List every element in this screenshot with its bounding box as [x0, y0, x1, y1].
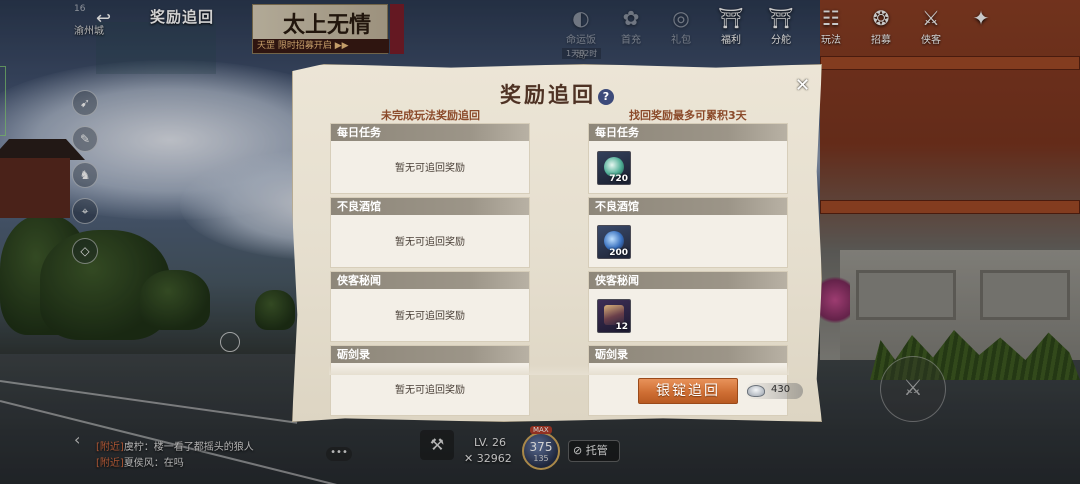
- empty-reward-text: 暂无可追回奖励: [395, 311, 465, 322]
- card-title: 每日任务: [331, 124, 529, 141]
- left-card[interactable]: 砺剑录暂无可追回奖励: [330, 345, 530, 416]
- card-body: 暂无可追回奖励: [331, 141, 529, 193]
- card-title: 砺剑录: [331, 346, 529, 363]
- reward-item-slot[interactable]: 12: [597, 299, 631, 333]
- silver-balance-value: 430: [771, 384, 791, 395]
- help-icon[interactable]: ?: [598, 88, 614, 105]
- card-title: 侠客秘闻: [331, 272, 529, 289]
- right-column-header: 找回奖励最多可累积3天: [629, 109, 747, 122]
- right-card[interactable]: 每日任务 720: [588, 123, 788, 194]
- right-card[interactable]: 不良酒馆 200: [588, 197, 788, 268]
- empty-reward-text: 暂无可追回奖励: [395, 163, 465, 174]
- silver-ingot-icon: [747, 385, 765, 397]
- card-title: 侠客秘闻: [589, 272, 787, 289]
- reward-item-slot[interactable]: 720: [597, 151, 631, 185]
- empty-reward-text: 暂无可追回奖励: [395, 237, 465, 248]
- card-body: 暂无可追回奖励: [331, 289, 529, 341]
- reward-quantity: 12: [615, 322, 628, 332]
- dialog-title: 奖励追回?: [293, 79, 821, 109]
- reward-quantity: 720: [609, 174, 628, 184]
- empty-reward-text: 暂无可追回奖励: [395, 385, 465, 396]
- card-title: 砺剑录: [589, 346, 787, 363]
- close-icon[interactable]: ✕: [795, 77, 810, 95]
- right-card[interactable]: 侠客秘闻 12: [588, 271, 788, 342]
- reward-item-slot[interactable]: 200: [597, 225, 631, 259]
- list-fade: [329, 365, 789, 375]
- card-body: 200: [589, 215, 787, 267]
- card-title: 不良酒馆: [331, 198, 529, 215]
- card-title: 每日任务: [589, 124, 787, 141]
- card-title: 不良酒馆: [589, 198, 787, 215]
- reward-quantity: 200: [609, 248, 628, 258]
- silver-recover-button[interactable]: 银锭追回: [638, 378, 738, 404]
- card-body: 720: [589, 141, 787, 193]
- dialog-title-text: 奖励追回: [500, 82, 596, 107]
- left-card[interactable]: 每日任务暂无可追回奖励: [330, 123, 530, 194]
- card-body: 暂无可追回奖励: [331, 215, 529, 267]
- card-body: 12: [589, 289, 787, 341]
- silver-balance: 430: [745, 383, 803, 399]
- reward-recovery-dialog: 奖励追回? ✕ 未完成玩法奖励追回 找回奖励最多可累积3天 每日任务暂无可追回奖…: [292, 64, 822, 422]
- left-column-header: 未完成玩法奖励追回: [381, 109, 480, 122]
- left-card[interactable]: 侠客秘闻暂无可追回奖励: [330, 271, 530, 342]
- left-card[interactable]: 不良酒馆暂无可追回奖励: [330, 197, 530, 268]
